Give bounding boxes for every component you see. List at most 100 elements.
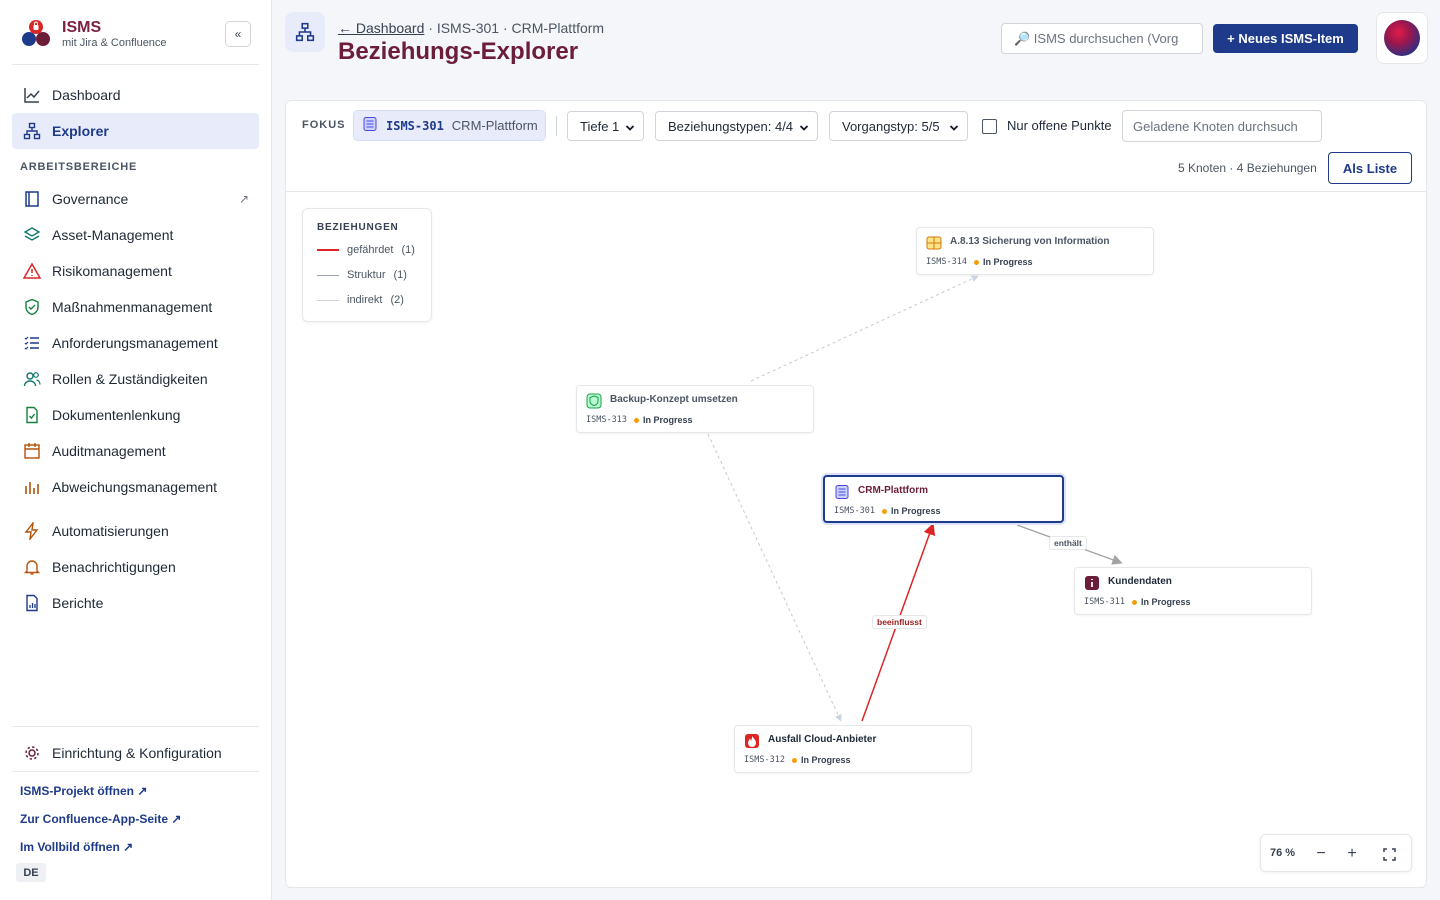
sidebar-item-label: Dokumentenlenkung [52,407,181,423]
node-key: ISMS-313 [586,415,627,425]
sidebar-item-benachrichtigung[interactable]: Benachrichtigungen [12,549,259,585]
node-status: In Progress [890,506,941,516]
language-badge[interactable]: DE [16,863,46,882]
sidebar-item-anforderungen[interactable]: Anforderungsmanagement [12,325,259,361]
hierarchy-icon [22,121,42,141]
avatar [1384,20,1420,56]
sidebar-item-dokumente[interactable]: Dokumentenlenkung [12,397,259,433]
sidebar-item-label: Anforderungsmanagement [52,335,218,351]
lightning-icon [22,521,42,541]
confluence-app-link[interactable]: Zur Confluence-App-Seite ↗ [20,812,181,826]
breadcrumb-back-link[interactable]: ← Dashboard [338,20,424,36]
relations-legend: BEZIEHUNGEN gefährdet (1) Struktur (1) i… [302,208,432,322]
measure-icon [586,393,602,409]
node-status: In Progress [642,415,693,425]
node-title: A.8.13 Sicherung von Information [950,236,1110,247]
graph-node-focus[interactable]: CRM-Plattform ISMS-301 In Progress [823,475,1064,523]
node-title: Ausfall Cloud-Anbieter [768,734,877,745]
sidebar: ISMS mit Jira & Confluence « Dashboard E… [0,0,272,900]
fullscreen-link[interactable]: Im Vollbild öffnen ↗ [20,840,133,854]
legend-title: BEZIEHUNGEN [317,222,399,233]
sidebar-item-asset[interactable]: Asset-Management [12,217,259,253]
legend-label: indirekt [347,294,383,306]
sidebar-item-rollen[interactable]: Rollen & Zuständigkeiten [12,361,259,397]
node-key: ISMS-312 [744,755,785,765]
isms-logo-icon [20,18,52,50]
sidebar-item-label: Risikomanagement [52,263,172,279]
sidebar-item-label: Automatisierungen [52,523,169,539]
node-key: ISMS-314 [926,257,967,267]
edge-indirect-backup-threat [707,433,842,722]
legend-count: (2) [390,294,404,306]
sidebar-item-label: Governance [52,191,129,207]
status-dot [973,259,979,265]
gear-icon [22,743,42,763]
zoom-controls: 76 % − + [1260,834,1412,872]
sidebar-item-automatisierung[interactable]: Automatisierungen [12,513,259,549]
node-status: In Progress [1140,597,1191,607]
legend-count: (1) [393,269,407,281]
legend-count: (1) [401,244,415,256]
edge-indirect-backup-control [750,275,979,382]
brand-title: ISMS [62,18,102,36]
sidebar-item-dashboard[interactable]: Dashboard [12,77,259,113]
warning-icon [22,261,42,281]
graph-node[interactable]: Ausfall Cloud-Anbieter ISMS-312 In Progr… [734,725,972,773]
sidebar-item-label: Rollen & Zuständigkeiten [52,371,208,387]
sidebar-item-label: Einrichtung & Konfiguration [52,745,222,761]
sidebar-item-label: Asset-Management [52,227,174,243]
open-project-link[interactable]: ISMS-Projekt öffnen ↗ [20,784,147,798]
brand-subtitle: mit Jira & Confluence [62,36,167,49]
collapse-sidebar-button[interactable]: « [225,21,251,47]
node-meta: ISMS-314 In Progress [926,257,1032,267]
legend-line [317,249,339,251]
graph-node[interactable]: Backup-Konzept umsetzen ISMS-313 In Prog… [576,385,814,433]
new-isms-item-button[interactable]: + Neues ISMS-Item [1213,24,1358,53]
zoom-out-button[interactable]: − [1310,843,1332,865]
node-meta: ISMS-311 In Progress [1084,597,1190,607]
legend-label: Struktur [347,269,386,281]
explorer-panel: FOKUS ISMS-301 CRM-Plattform Tiefe 1 Bez… [285,100,1427,888]
zoom-in-button[interactable]: + [1341,843,1363,865]
edge-label-beeinflusst: beeinflusst [872,615,927,629]
external-link-icon: ↗ [238,192,249,206]
node-title: CRM-Plattform [858,485,928,496]
legend-item: gefährdet (1) [317,244,415,256]
section-label: ARBEITSBEREICHE [20,161,138,173]
zoom-level: 76 % [1270,847,1296,859]
user-menu[interactable] [1376,12,1428,64]
chart-line-icon [22,85,42,105]
sidebar-item-explorer[interactable]: Explorer [12,113,259,149]
status-dot [633,417,639,423]
sidebar-item-label: Dashboard [52,87,121,103]
fit-view-icon[interactable] [1378,843,1400,865]
info-icon [1084,575,1100,591]
layers-icon [22,225,42,245]
sidebar-item-einrichtung[interactable]: Einrichtung & Konfiguration [12,735,259,771]
legend-item: indirekt (2) [317,294,404,306]
sidebar-item-audit[interactable]: Auditmanagement [12,433,259,469]
sidebar-item-label: Berichte [52,595,104,611]
node-title: Kundendaten [1108,576,1172,587]
node-key: ISMS-311 [1084,597,1125,607]
global-search-input[interactable]: 🔎 ISMS durchsuchen (Vorg [1001,23,1203,54]
graph-node[interactable]: Kundendaten ISMS-311 In Progress [1074,567,1312,615]
sidebar-item-label: Explorer [52,123,109,139]
asset-icon [834,484,850,500]
users-icon [22,369,42,389]
legend-label: gefährdet [347,244,394,256]
breadcrumb-rest: · ISMS-301 · CRM-Plattform [424,20,605,36]
sidebar-item-governance[interactable]: Governance ↗ [12,181,259,217]
sidebar-item-risiko[interactable]: Risikomanagement [12,253,259,289]
sidebar-item-massnahmen[interactable]: Maßnahmenmanagement [12,289,259,325]
node-meta: ISMS-301 In Progress [834,506,940,516]
node-key: ISMS-301 [834,506,875,516]
sidebar-item-abweichung[interactable]: Abweichungsmanagement [12,469,259,505]
sidebar-divider [12,771,259,772]
sidebar-item-berichte[interactable]: Berichte [12,585,259,621]
sidebar-divider [12,64,259,65]
graph-node[interactable]: A.8.13 Sicherung von Information ISMS-31… [916,227,1154,275]
node-status: In Progress [800,755,851,765]
book-icon [22,189,42,209]
legend-line [317,299,339,301]
